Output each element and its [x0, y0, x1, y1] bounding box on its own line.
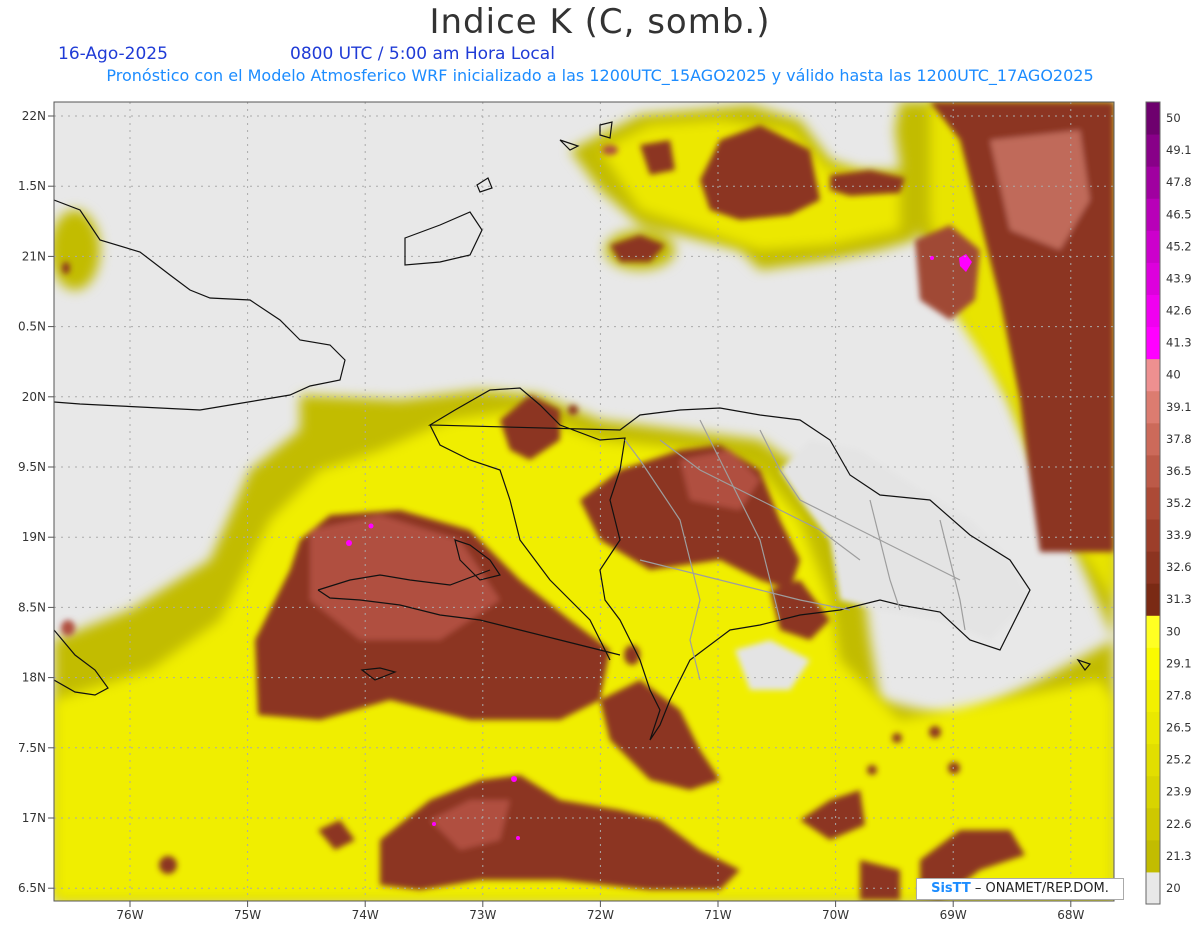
lat-tick-label: 6.5N: [18, 881, 46, 895]
colorbar-label: 33.9: [1166, 528, 1192, 542]
colorbar-swatch: [1146, 294, 1160, 328]
colorbar-swatch: [1146, 743, 1160, 777]
k-index-map: 22N 1.5N 21N 0.5N 20N 9.5N 19N 8.5N 18N 7.5N 17N 6.…: [18, 101, 1192, 922]
lon-tick-label: 71W: [704, 908, 731, 922]
lat-tick-label: 8.5N: [18, 600, 46, 614]
colorbar-label: 42.6: [1166, 304, 1192, 318]
lon-tick-label: 74W: [352, 908, 379, 922]
colorbar-label: 35.2: [1166, 496, 1192, 510]
colorbar-swatch: [1146, 486, 1160, 520]
colorbar-swatch: [1146, 775, 1160, 809]
colorbar-label: 47.8: [1166, 175, 1192, 189]
colorbar-swatch: [1146, 390, 1160, 424]
colorbar-swatch: [1146, 262, 1160, 295]
colorbar-label: 23.9: [1166, 785, 1192, 799]
colorbar-label: 50: [1166, 111, 1181, 125]
lon-tick-label: 69W: [940, 908, 967, 922]
colorbar-label: 32.6: [1166, 560, 1192, 574]
colorbar-label: 43.9: [1166, 271, 1192, 285]
lat-tick-label: 0.5N: [18, 320, 46, 334]
colorbar-label: 20: [1166, 881, 1181, 895]
colorbar-label: 25.2: [1166, 753, 1192, 767]
colorbar-label: 45.2: [1166, 239, 1192, 253]
colorbar-label: 37.8: [1166, 432, 1192, 446]
colorbar-label: 31.3: [1166, 592, 1192, 606]
colorbar-label: 40: [1166, 368, 1181, 382]
colorbar-swatch: [1146, 358, 1160, 392]
colorbar-swatch: [1146, 871, 1160, 905]
lat-tick-label: 22N: [22, 109, 46, 123]
colorbar-label: 30: [1166, 624, 1181, 638]
colorbar-label: 21.3: [1166, 849, 1192, 863]
colorbar-swatch: [1146, 422, 1160, 456]
lat-tick-label: 9.5N: [18, 460, 46, 474]
colorbar-label: 39.1: [1166, 400, 1192, 414]
lon-tick-label: 72W: [587, 908, 614, 922]
colorbar-label: 22.6: [1166, 817, 1192, 831]
lon-tick-label: 68W: [1057, 908, 1084, 922]
colorbar-label: 26.5: [1166, 721, 1192, 735]
colorbar-label: 41.3: [1166, 336, 1192, 350]
credit-box: SisTT – ONAMET/REP.DOM.: [916, 878, 1124, 900]
lat-tick-label: 20N: [22, 390, 46, 404]
colorbar-label: 36.5: [1166, 464, 1192, 478]
colorbar-label: 29.1: [1166, 656, 1192, 670]
latitude-axis: 22N 1.5N 21N 0.5N 20N 9.5N 19N 8.5N 18N 7.5N 17N 6.…: [18, 109, 54, 895]
lat-tick-label: 19N: [22, 530, 46, 544]
colorbar-swatch: [1146, 679, 1160, 713]
colorbar-swatch: [1146, 198, 1160, 231]
lon-tick-label: 76W: [116, 908, 143, 922]
colorbar-swatch: [1146, 615, 1160, 648]
colorbar-swatch: [1146, 807, 1160, 841]
colorbar-swatch: [1146, 839, 1160, 873]
lon-tick-label: 75W: [234, 908, 261, 922]
lat-tick-label: 17N: [22, 811, 46, 825]
colorbar-swatch: [1146, 102, 1160, 135]
lon-tick-label: 70W: [822, 908, 849, 922]
colorbar-label: 49.1: [1166, 143, 1192, 157]
colorbar-swatch: [1146, 326, 1160, 360]
colorbar-label: 27.8: [1166, 688, 1192, 702]
credit-brand: SisTT: [931, 881, 971, 896]
colorbar: 50 49.1 47.8 46.5 45.2 43.9 42.6 41.3 40 39.1 37.8…: [1145, 101, 1192, 905]
lat-tick-label: 18N: [22, 671, 46, 685]
colorbar-swatch: [1146, 583, 1160, 616]
colorbar-swatch: [1146, 519, 1160, 552]
lat-tick-label: 1.5N: [18, 179, 46, 193]
colorbar-swatch: [1146, 166, 1160, 199]
colorbar-swatch: [1146, 647, 1160, 680]
colorbar-swatch: [1146, 551, 1160, 584]
lat-tick-label: 21N: [22, 249, 46, 263]
lon-tick-label: 73W: [469, 908, 496, 922]
colorbar-swatch: [1146, 134, 1160, 167]
credit-text: – ONAMET/REP.DOM.: [974, 881, 1109, 896]
longitude-axis: 76W 75W 74W 73W 72W 71W 70W 69W 68W: [116, 901, 1084, 922]
colorbar-swatch: [1146, 711, 1160, 745]
colorbar-swatch: [1146, 230, 1160, 263]
colorbar-label: 46.5: [1166, 207, 1192, 221]
lat-tick-label: 7.5N: [18, 741, 46, 755]
colorbar-swatch: [1146, 454, 1160, 488]
